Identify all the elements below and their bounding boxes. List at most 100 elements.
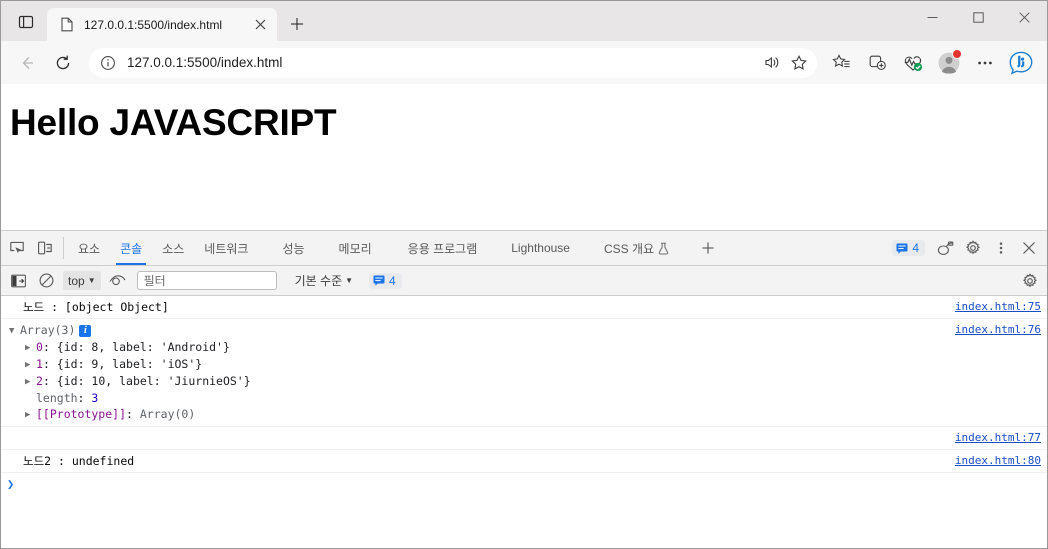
devtools-tab-network[interactable]: 네트워크 — [194, 231, 258, 265]
console-settings-gear-icon[interactable] — [1017, 269, 1043, 293]
chevron-down-icon: ▼ — [345, 276, 354, 285]
address-bar-actions — [757, 49, 813, 77]
star-icon[interactable] — [785, 49, 813, 77]
devtools-tab-bar: 요소 콘솔 소스 네트워크 성능 메모리 응용 프로그램 Lighthouse — [1, 231, 1047, 266]
browser-toolbar: 127.0.0.1:5500/index.html — [1, 41, 1047, 84]
devtools-tab-lighthouse[interactable]: Lighthouse — [501, 231, 580, 265]
expand-toggle-icon[interactable]: ▶ — [25, 407, 36, 423]
kebab-menu-icon[interactable] — [987, 240, 1015, 256]
device-toolbar-icon[interactable] — [31, 231, 59, 265]
minimize-button[interactable] — [909, 1, 955, 33]
expand-toggle-icon[interactable]: ▶ — [25, 374, 36, 390]
console-log-row[interactable]: 노드 : [object Object] index.html:75 — [1, 296, 1047, 319]
devtools-tab-elements[interactable]: 요소 — [68, 231, 110, 265]
array-entry-value: {id: 9, label: 'iOS'} — [56, 357, 203, 371]
devtools-tab-application[interactable]: 응용 프로그램 — [398, 231, 488, 265]
refresh-button[interactable] — [47, 47, 79, 79]
message-icon — [896, 243, 908, 254]
devtools-tab-sources[interactable]: 소스 — [152, 231, 194, 265]
devtools-tab-label: 콘솔 — [120, 241, 143, 256]
more-devtools-tabs-button[interactable] — [691, 231, 725, 265]
devtools-tab-console[interactable]: 콘솔 — [110, 231, 152, 265]
collections-star-icon[interactable] — [825, 47, 857, 79]
page-heading: Hello JAVASCRIPT — [10, 102, 337, 143]
profile-avatar-icon[interactable] — [933, 47, 965, 79]
add-tab-group-icon[interactable] — [861, 47, 893, 79]
console-log-message: ▼ Array(3) i ▶ 0: {id: 8, label: 'Android'}… — [1, 322, 955, 423]
read-aloud-icon[interactable] — [757, 49, 785, 77]
array-entry[interactable]: ▶ 2: {id: 10, label: 'JiurnieOS'} — [9, 373, 955, 390]
close-devtools-icon[interactable] — [1015, 241, 1043, 255]
array-entry[interactable]: ▶ 0: {id: 8, label: 'Android'} — [9, 339, 955, 356]
expand-toggle-icon[interactable]: ▼ — [9, 323, 20, 339]
devtools-tab-css-overview[interactable]: CSS 개요 — [594, 231, 679, 265]
console-context-value: top — [68, 273, 85, 288]
inspector-drawer-icon[interactable] — [931, 240, 959, 256]
console-prompt[interactable]: ❯ — [1, 473, 1047, 495]
browser-essentials-icon[interactable] — [897, 47, 929, 79]
array-prototype-row[interactable]: ▶ [[Prototype]]: Array(0) — [9, 406, 955, 423]
console-filter-input[interactable] — [136, 271, 277, 290]
chevron-down-icon: ▼ — [87, 276, 96, 285]
devtools-tab-label: 응용 프로그램 — [407, 241, 478, 256]
devtools-tab-bar-actions: 4 — [892, 231, 1047, 265]
console-message-badge[interactable]: 4 — [369, 272, 402, 289]
array-entry-value: {id: 8, label: 'Android'} — [56, 340, 230, 354]
devtools-tab-performance[interactable]: 성능 — [272, 231, 314, 265]
console-context-selector[interactable]: top ▼ — [63, 271, 101, 290]
eye-icon[interactable] — [105, 269, 131, 293]
tab-search-icon[interactable] — [9, 6, 43, 38]
gear-icon[interactable] — [959, 240, 987, 256]
inspect-element-icon[interactable] — [3, 231, 31, 265]
console-log-message: 노드 : [object Object] — [23, 300, 169, 314]
address-bar[interactable]: 127.0.0.1:5500/index.html — [89, 47, 817, 78]
console-log-row[interactable]: ▼ Array(3) i ▶ 0: {id: 8, label: 'Android'}… — [1, 319, 1047, 427]
devtools-tab-label: 성능 — [282, 241, 305, 256]
window-controls — [909, 1, 1047, 33]
array-entry-index: 2 — [36, 374, 43, 388]
devtools-tab-label: 네트워크 — [204, 241, 249, 256]
new-tab-button[interactable] — [282, 9, 312, 39]
console-log-row[interactable]: 노드2 : undefined index.html:80 — [1, 450, 1047, 473]
message-icon — [373, 275, 385, 286]
devtools-tab-label: 요소 — [78, 241, 101, 256]
info-badge-icon[interactable]: i — [79, 325, 92, 337]
console-log-area[interactable]: 노드 : [object Object] index.html:75 ▼ Arra… — [1, 296, 1047, 548]
browser-window: 127.0.0.1:5500/index.html 127.0.0.1:5500… — [0, 0, 1048, 549]
tab-strip: 127.0.0.1:5500/index.html — [1, 1, 1047, 41]
back-button[interactable] — [11, 47, 43, 79]
page-viewport: Hello JAVASCRIPT — [1, 84, 1047, 230]
array-header-line[interactable]: ▼ Array(3) i — [9, 322, 955, 339]
array-length-row: length: 3 — [36, 391, 99, 405]
more-options-icon[interactable] — [969, 47, 1001, 79]
close-window-button[interactable] — [1001, 1, 1047, 33]
browser-tab[interactable]: 127.0.0.1:5500/index.html — [47, 8, 277, 41]
console-toolbar-right — [1017, 269, 1043, 293]
expand-toggle-icon[interactable]: ▶ — [25, 340, 36, 356]
console-log-message — [1, 430, 955, 446]
devtools-panel: 요소 콘솔 소스 네트워크 성능 메모리 응용 프로그램 Lighthouse — [1, 230, 1047, 548]
console-log-levels-selector[interactable]: 기본 수준 ▼ — [291, 272, 357, 289]
maximize-button[interactable] — [955, 1, 1001, 33]
devtools-tab-label: Lighthouse — [511, 241, 570, 255]
console-sidebar-icon[interactable] — [5, 269, 31, 293]
devtools-message-badge[interactable]: 4 — [892, 240, 925, 256]
site-info-icon[interactable] — [95, 50, 121, 76]
console-log-source-link[interactable]: index.html:77 — [955, 430, 1047, 446]
array-length-value: 3 — [91, 391, 99, 405]
array-entry[interactable]: ▶ 1: {id: 9, label: 'iOS'} — [9, 356, 955, 373]
profile-notification-dot — [952, 48, 962, 59]
bing-copilot-icon[interactable] — [1005, 47, 1037, 79]
tab-close-icon[interactable] — [249, 14, 271, 36]
console-log-row[interactable]: index.html:77 — [1, 427, 1047, 450]
console-log-source-link[interactable]: index.html:75 — [955, 299, 1047, 315]
console-log-source-link[interactable]: index.html:80 — [955, 453, 1047, 469]
devtools-tab-memory[interactable]: 메모리 — [329, 231, 382, 265]
console-toolbar: top ▼ 기본 수준 ▼ 4 — [1, 266, 1047, 296]
console-log-message: 노드2 : undefined — [23, 454, 135, 468]
flask-icon — [658, 242, 669, 255]
document-icon — [59, 17, 75, 33]
console-log-source-link[interactable]: index.html:76 — [955, 322, 1047, 338]
clear-console-icon[interactable] — [33, 269, 59, 293]
expand-toggle-icon[interactable]: ▶ — [25, 357, 36, 373]
